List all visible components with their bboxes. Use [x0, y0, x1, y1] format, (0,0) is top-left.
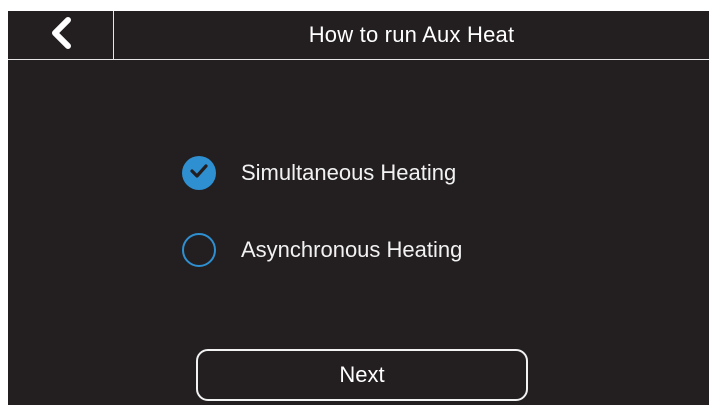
back-button[interactable] — [8, 11, 114, 59]
radio-checked[interactable] — [182, 156, 216, 190]
chevron-left-icon — [48, 16, 74, 55]
checkmark-icon — [190, 163, 208, 183]
next-button[interactable]: Next — [196, 349, 528, 401]
option-simultaneous-heating[interactable]: Simultaneous Heating — [182, 153, 456, 193]
header-bar: How to run Aux Heat — [8, 11, 709, 60]
aux-heat-screen: How to run Aux Heat Simultaneous Heating… — [8, 11, 709, 405]
page-title: How to run Aux Heat — [308, 22, 515, 47]
option-asynchronous-heating[interactable]: Asynchronous Heating — [182, 230, 462, 270]
radio-unchecked[interactable] — [182, 233, 216, 267]
option-label: Asynchronous Heating — [241, 237, 463, 262]
option-label: Simultaneous Heating — [241, 160, 457, 185]
